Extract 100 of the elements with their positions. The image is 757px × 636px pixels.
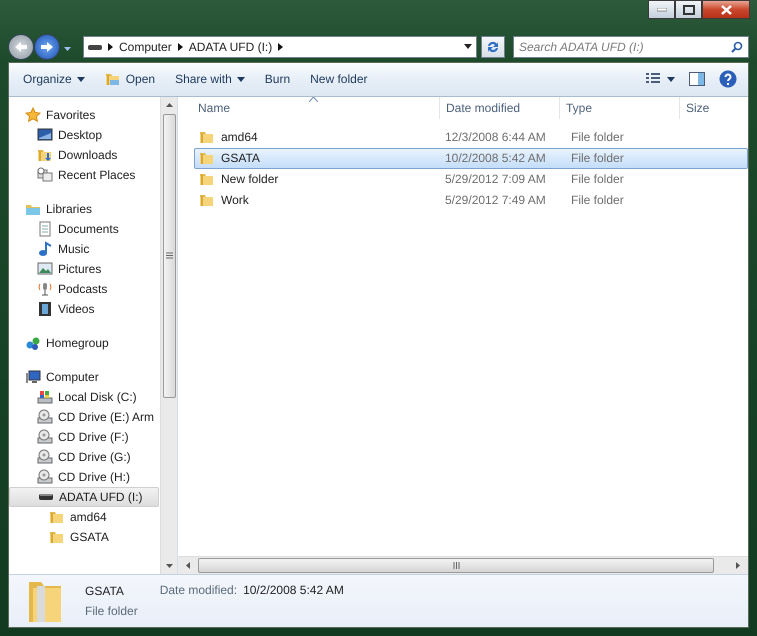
arrow-right-icon bbox=[40, 40, 54, 52]
nav-item[interactable]: Pictures bbox=[9, 258, 159, 279]
file-row[interactable]: New folder 5/29/2012 7:09 AM File folder bbox=[194, 168, 748, 190]
recent-places-icon bbox=[37, 166, 53, 183]
folder-icon bbox=[199, 171, 215, 188]
scroll-right-arrow-icon bbox=[736, 562, 740, 570]
toolbar-button[interactable]: Burn bbox=[256, 68, 298, 90]
scrollbar-thumb[interactable] bbox=[162, 114, 176, 398]
breadcrumb[interactable]: Computer bbox=[119, 40, 172, 54]
recent-pages-caret-icon bbox=[64, 46, 71, 50]
music-note-icon bbox=[37, 240, 53, 257]
date-modified: 5/29/2012 7:09 AM bbox=[445, 172, 546, 186]
preview-pane-icon bbox=[689, 72, 705, 86]
refresh-button[interactable] bbox=[481, 36, 505, 58]
local-disk-icon bbox=[37, 388, 53, 405]
chevron-right-icon bbox=[278, 42, 284, 50]
search-field[interactable]: Search ADATA UFD (I:) bbox=[513, 36, 749, 58]
nav-item[interactable]: Libraries bbox=[9, 198, 159, 219]
date-modified-label: Date modified: bbox=[160, 583, 238, 598]
date-modified: 10/2/2008 5:42 AM bbox=[445, 151, 546, 166]
desktop-icon bbox=[37, 126, 53, 143]
file-type: File folder bbox=[571, 151, 624, 166]
maximize-button[interactable] bbox=[675, 0, 702, 19]
toolbar-button[interactable]: Share with bbox=[167, 68, 253, 90]
file-name: Work bbox=[221, 193, 249, 208]
nav-item[interactable]: Favorites bbox=[9, 104, 159, 125]
toolbar-button[interactable]: Organize bbox=[15, 68, 93, 90]
file-row[interactable]: amd64 12/3/2008 6:44 AM File folder bbox=[194, 126, 748, 148]
cd-drive-icon bbox=[37, 408, 53, 425]
nav-item[interactable]: GSATA bbox=[9, 526, 159, 547]
close-icon bbox=[720, 4, 732, 14]
file-name: New folder bbox=[221, 172, 278, 186]
caret-icon bbox=[76, 76, 85, 82]
grip-icon bbox=[452, 562, 460, 570]
file-type: File folder bbox=[571, 172, 624, 186]
nav-item[interactable]: CD Drive (G:) bbox=[9, 446, 159, 467]
dropdown-caret-icon bbox=[464, 44, 472, 49]
item-name: GSATA bbox=[85, 584, 125, 598]
cd-drive-icon bbox=[37, 448, 53, 465]
file-type: File folder bbox=[571, 193, 624, 208]
nav-item[interactable]: Downloads bbox=[9, 144, 159, 165]
toolbar-button[interactable]: New folder bbox=[302, 68, 376, 90]
nav-item[interactable]: CD Drive (H:) bbox=[9, 466, 159, 487]
caret-icon bbox=[236, 76, 245, 82]
scroll-down-arrow-icon bbox=[166, 564, 172, 568]
arrow-left-icon bbox=[14, 40, 28, 52]
nav-item[interactable]: Recent Places bbox=[9, 164, 159, 185]
nav-item[interactable]: Computer bbox=[9, 366, 159, 387]
usb-drive-icon bbox=[39, 494, 53, 500]
close-button[interactable] bbox=[702, 0, 750, 19]
nav-item[interactable]: Documents bbox=[9, 218, 159, 239]
scroll-left-arrow-icon bbox=[186, 562, 190, 570]
minimize-button[interactable] bbox=[648, 0, 675, 19]
folder-icon bbox=[199, 129, 215, 146]
film-icon bbox=[37, 300, 53, 317]
date-modified-value: 10/2/2008 5:42 AM bbox=[243, 583, 344, 598]
refresh-arrows-icon bbox=[486, 40, 500, 54]
cd-drive-icon bbox=[37, 428, 53, 445]
nav-item[interactable]: ADATA UFD (I:) bbox=[9, 486, 159, 507]
minimize-icon bbox=[656, 8, 666, 12]
computer-icon bbox=[25, 368, 41, 385]
back-button[interactable] bbox=[8, 34, 34, 60]
caret-icon bbox=[667, 76, 675, 82]
nav-item[interactable]: Podcasts bbox=[9, 278, 159, 299]
drive-icon bbox=[88, 42, 102, 50]
file-name: amd64 bbox=[221, 130, 258, 144]
date-modified: 5/29/2012 7:49 AM bbox=[445, 193, 546, 208]
file-row[interactable]: GSATA 10/2/2008 5:42 AM File folder bbox=[194, 148, 748, 169]
nav-item[interactable]: Homegroup bbox=[9, 332, 159, 353]
nav-item[interactable]: Videos bbox=[9, 298, 159, 319]
scroll-up-arrow-icon bbox=[166, 103, 172, 108]
nav-item[interactable]: Music bbox=[9, 238, 159, 259]
document-icon bbox=[37, 220, 53, 237]
help-icon bbox=[719, 70, 737, 88]
address-bar[interactable]: Computer ADATA UFD (I:) bbox=[83, 36, 477, 58]
horizontal-scrollbar[interactable] bbox=[178, 556, 748, 574]
file-row[interactable]: Work 5/29/2012 7:49 AM File folder bbox=[194, 190, 748, 211]
chevron-right-icon bbox=[178, 42, 183, 50]
cd-drive-icon bbox=[37, 468, 53, 485]
nav-item[interactable]: Desktop bbox=[9, 124, 159, 145]
forward-button[interactable] bbox=[34, 34, 60, 60]
homegroup-icon bbox=[25, 334, 41, 351]
maximize-icon bbox=[682, 4, 694, 14]
search-icon bbox=[731, 40, 743, 52]
scrollbar-thumb[interactable] bbox=[198, 558, 714, 574]
breadcrumb[interactable]: ADATA UFD (I:) bbox=[188, 40, 272, 54]
nav-item[interactable]: CD Drive (F:) bbox=[9, 426, 159, 447]
open-folder-icon bbox=[104, 71, 121, 88]
nav-item[interactable]: amd64 bbox=[9, 506, 159, 527]
sort-ascending-icon bbox=[308, 96, 318, 102]
item-type: File folder bbox=[85, 604, 138, 618]
vertical-scrollbar[interactable] bbox=[160, 96, 177, 574]
toolbar-button[interactable]: Open bbox=[96, 67, 164, 92]
nav-item[interactable]: Local Disk (C:) bbox=[9, 386, 159, 407]
folder-icon bbox=[199, 192, 215, 208]
file-name: GSATA bbox=[221, 151, 260, 166]
nav-item[interactable]: CD Drive (E:) Arm bbox=[9, 406, 159, 427]
chevron-right-icon bbox=[108, 42, 113, 50]
file-type: File folder bbox=[571, 130, 624, 144]
date-modified: 12/3/2008 6:44 AM bbox=[445, 130, 546, 144]
